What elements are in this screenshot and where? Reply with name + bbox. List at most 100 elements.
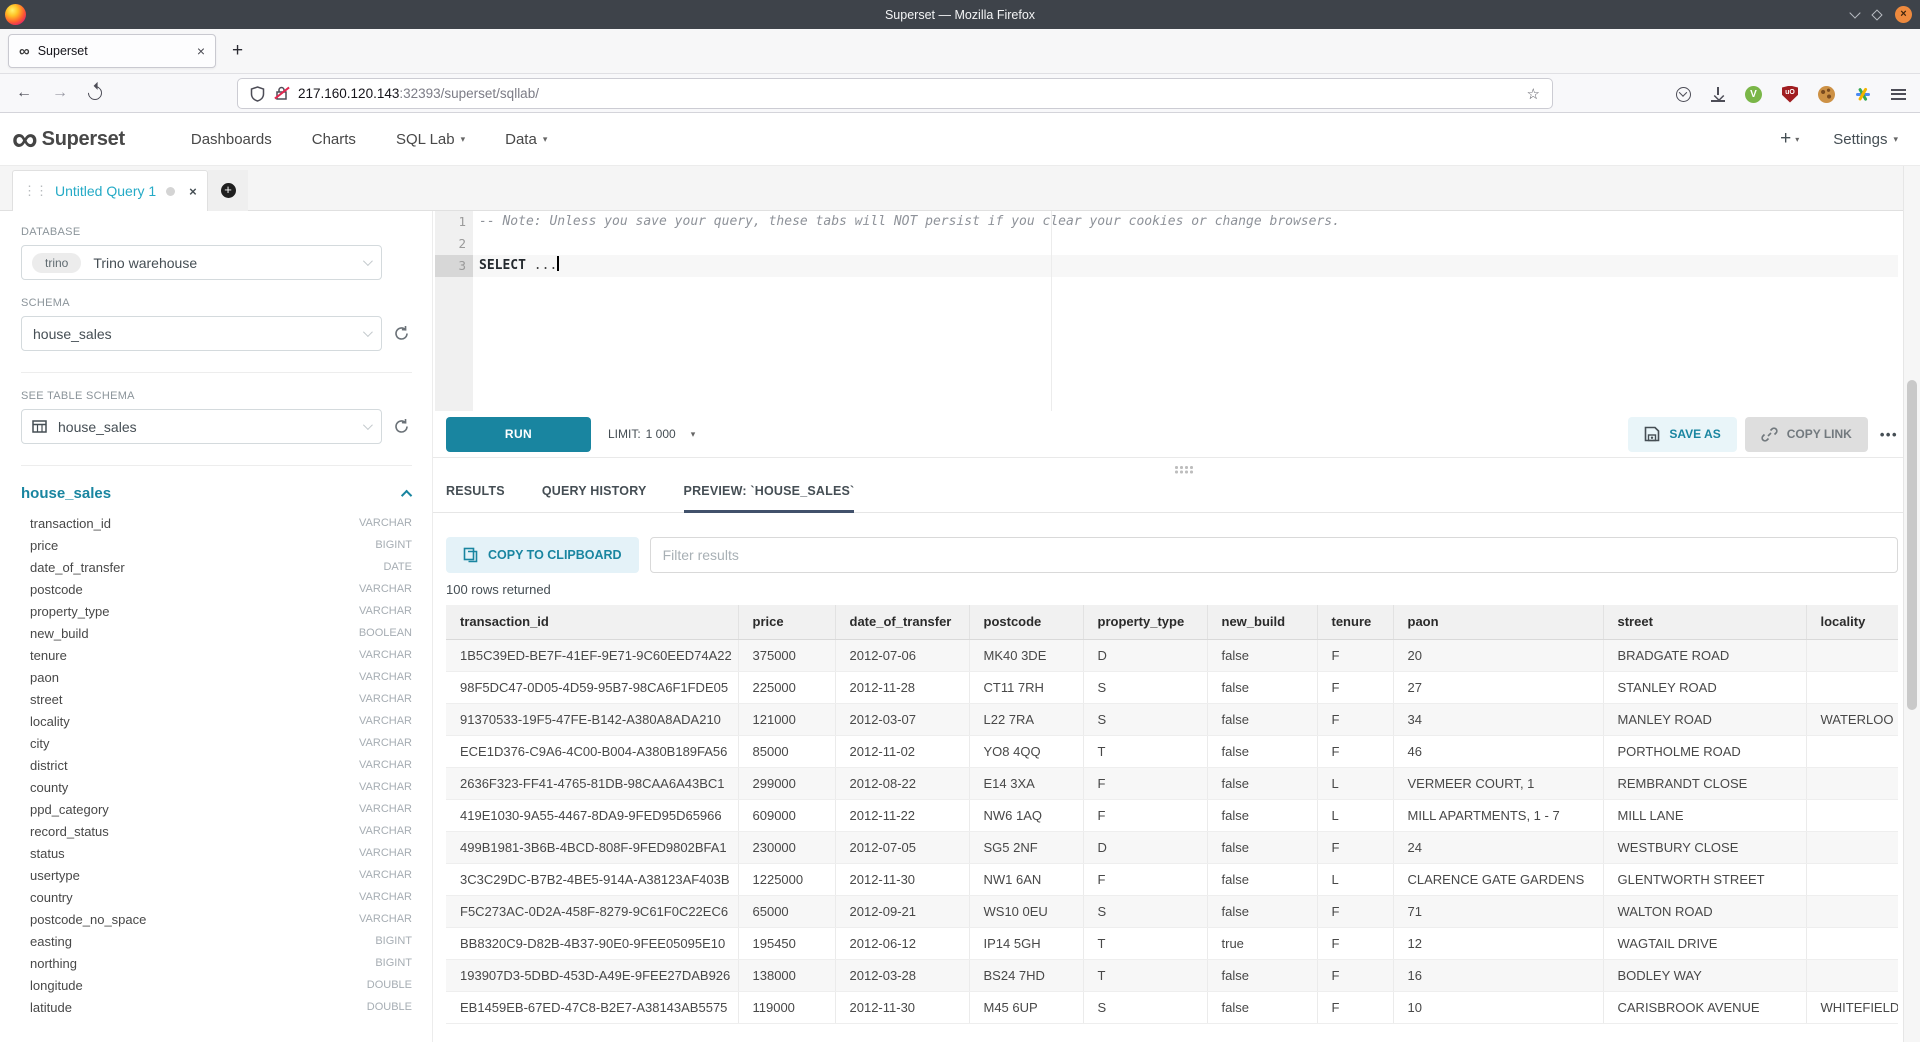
- table-cell: 2012-08-22: [835, 767, 969, 799]
- table-cell: WAGTAIL DRIVE: [1603, 927, 1806, 959]
- filter-results-input[interactable]: [650, 537, 1898, 573]
- table-cell: T: [1083, 927, 1207, 959]
- editor-code[interactable]: -- Note: Unless you save your query, the…: [473, 211, 1898, 411]
- database-select[interactable]: trino Trino warehouse: [21, 245, 382, 280]
- sql-editor[interactable]: 1 2 3 -- Note: Unless you save your quer…: [433, 211, 1898, 411]
- run-button[interactable]: RUN: [446, 417, 591, 452]
- column-header-paon[interactable]: paon: [1393, 605, 1603, 639]
- table-cell: CT11 7RH: [969, 671, 1083, 703]
- new-item-button[interactable]: +▾: [1780, 128, 1799, 150]
- new-tab-button[interactable]: +: [232, 40, 243, 62]
- refresh-table-icon[interactable]: [393, 418, 410, 435]
- table-cell: 85000: [738, 735, 835, 767]
- window-close-icon[interactable]: ×: [1895, 6, 1912, 23]
- tab-results[interactable]: RESULTS: [446, 484, 505, 513]
- column-header-property_type[interactable]: property_type: [1083, 605, 1207, 639]
- tab-query-history[interactable]: QUERY HISTORY: [542, 484, 647, 513]
- column-header-postcode[interactable]: postcode: [969, 605, 1083, 639]
- column-header-date_of_transfer[interactable]: date_of_transfer: [835, 605, 969, 639]
- reload-icon[interactable]: [85, 83, 105, 103]
- table-cell: BODLEY WAY: [1603, 959, 1806, 991]
- downloads-icon[interactable]: [1711, 87, 1725, 102]
- cookie-extension-icon[interactable]: [1818, 86, 1835, 103]
- column-header-street[interactable]: street: [1603, 605, 1806, 639]
- limit-dropdown[interactable]: LIMIT: 1 000 ▾: [608, 427, 695, 441]
- table-cell: 2012-07-05: [835, 831, 969, 863]
- window-minimize-icon[interactable]: [1849, 7, 1860, 18]
- tracking-shield-icon[interactable]: [250, 86, 265, 102]
- table-cell: WS10 0EU: [969, 895, 1083, 927]
- chevron-down-icon: [363, 327, 373, 337]
- refresh-schema-icon[interactable]: [393, 325, 410, 342]
- violentmonkey-icon[interactable]: V: [1745, 86, 1762, 103]
- column-name: postcode_no_space: [30, 912, 146, 927]
- line-number: 2: [435, 233, 473, 255]
- table-cell: CARISBROOK AVENUE: [1603, 991, 1806, 1023]
- forward-icon[interactable]: →: [52, 84, 68, 102]
- collapse-chevron-icon[interactable]: [401, 489, 412, 500]
- copy-to-clipboard-button[interactable]: COPY TO CLIPBOARD: [446, 537, 639, 573]
- save-as-button[interactable]: SAVE AS: [1628, 417, 1736, 452]
- table-cell: 12: [1393, 927, 1603, 959]
- copy-link-button[interactable]: COPY LINK: [1745, 417, 1868, 452]
- url-bar[interactable]: 217.160.120.143:32393/superset/sqllab/ ☆: [237, 78, 1553, 109]
- pocket-icon[interactable]: [1676, 87, 1691, 102]
- column-name: ppd_category: [30, 802, 109, 817]
- column-type: VARCHAR: [359, 649, 412, 661]
- table-row: ECE1D376-C9A6-4C00-B004-A380B189FA568500…: [446, 735, 1898, 767]
- column-header-tenure[interactable]: tenure: [1317, 605, 1393, 639]
- table-cell: PORTHOLME ROAD: [1603, 735, 1806, 767]
- menu-hamburger-icon[interactable]: [1891, 89, 1906, 100]
- url-text[interactable]: 217.160.120.143:32393/superset/sqllab/: [298, 86, 539, 101]
- table-cell: BB8320C9-D82B-4B37-90E0-9FEE05095E10: [446, 927, 738, 959]
- column-header-price[interactable]: price: [738, 605, 835, 639]
- schema-select[interactable]: house_sales: [21, 316, 382, 351]
- table-row: 3C3C29DC-B7B2-4BE5-914A-A38123AF403B1225…: [446, 863, 1898, 895]
- bookmark-star-icon[interactable]: ☆: [1527, 85, 1540, 103]
- table-cell: false: [1207, 863, 1317, 895]
- table-cell: S: [1083, 991, 1207, 1023]
- column-name: postcode: [30, 582, 83, 597]
- table-cell: F5C273AC-0D2A-458F-8279-9C61F0C22EC6: [446, 895, 738, 927]
- ublock-icon[interactable]: uO: [1782, 86, 1798, 103]
- superset-logo[interactable]: ∞ Superset: [12, 119, 125, 159]
- results-tabbar: RESULTS QUERY HISTORY PREVIEW: `HOUSE_SA…: [433, 472, 1920, 513]
- drag-handle-icon[interactable]: ⋮⋮: [23, 183, 47, 199]
- column-header-locality[interactable]: locality: [1806, 605, 1898, 639]
- more-options-icon[interactable]: •••: [1880, 427, 1898, 442]
- insecure-lock-icon[interactable]: [275, 86, 288, 101]
- nav-item-charts[interactable]: Charts: [312, 131, 356, 148]
- column-type: VARCHAR: [359, 693, 412, 705]
- column-header-new_build[interactable]: new_build: [1207, 605, 1317, 639]
- schema-column-row: latitudeDOUBLE: [21, 996, 412, 1018]
- extension-asterisk-icon[interactable]: [1855, 86, 1871, 102]
- table-cell: GLENTWORTH STREET: [1603, 863, 1806, 895]
- table-select[interactable]: house_sales: [21, 409, 382, 444]
- column-name: easting: [30, 934, 72, 949]
- table-cell: F: [1317, 831, 1393, 863]
- nav-item-dashboards[interactable]: Dashboards: [191, 131, 272, 148]
- settings-menu[interactable]: Settings▾: [1833, 131, 1898, 148]
- back-icon[interactable]: ←: [16, 84, 32, 102]
- add-query-tab-button[interactable]: +: [208, 170, 248, 211]
- table-cell: false: [1207, 799, 1317, 831]
- tab-close-icon[interactable]: ×: [197, 43, 205, 59]
- column-type: BOOLEAN: [359, 627, 412, 639]
- column-name: date_of_transfer: [30, 560, 125, 575]
- query-tab-close-icon[interactable]: ×: [189, 184, 197, 199]
- window-maximize-icon[interactable]: [1871, 9, 1882, 20]
- caret-down-icon: ▾: [461, 134, 466, 145]
- table-cell: F: [1317, 991, 1393, 1023]
- scrollbar-thumb[interactable]: [1907, 380, 1917, 710]
- query-tab-active[interactable]: ⋮⋮ Untitled Query 1 ×: [12, 170, 208, 211]
- nav-item-data[interactable]: Data▾: [505, 131, 547, 148]
- tab-preview-house-sales[interactable]: PREVIEW: `HOUSE_SALES`: [684, 484, 855, 513]
- table-cell: 20: [1393, 639, 1603, 671]
- table-heading[interactable]: house_sales: [21, 485, 111, 502]
- browser-tab[interactable]: ∞ Superset ×: [8, 34, 216, 68]
- page-scrollbar[interactable]: [1903, 166, 1920, 1042]
- table-cell: 2012-06-12: [835, 927, 969, 959]
- column-header-transaction_id[interactable]: transaction_id: [446, 605, 738, 639]
- nav-item-sql-lab[interactable]: SQL Lab▾: [396, 131, 465, 148]
- column-name: status: [30, 846, 65, 861]
